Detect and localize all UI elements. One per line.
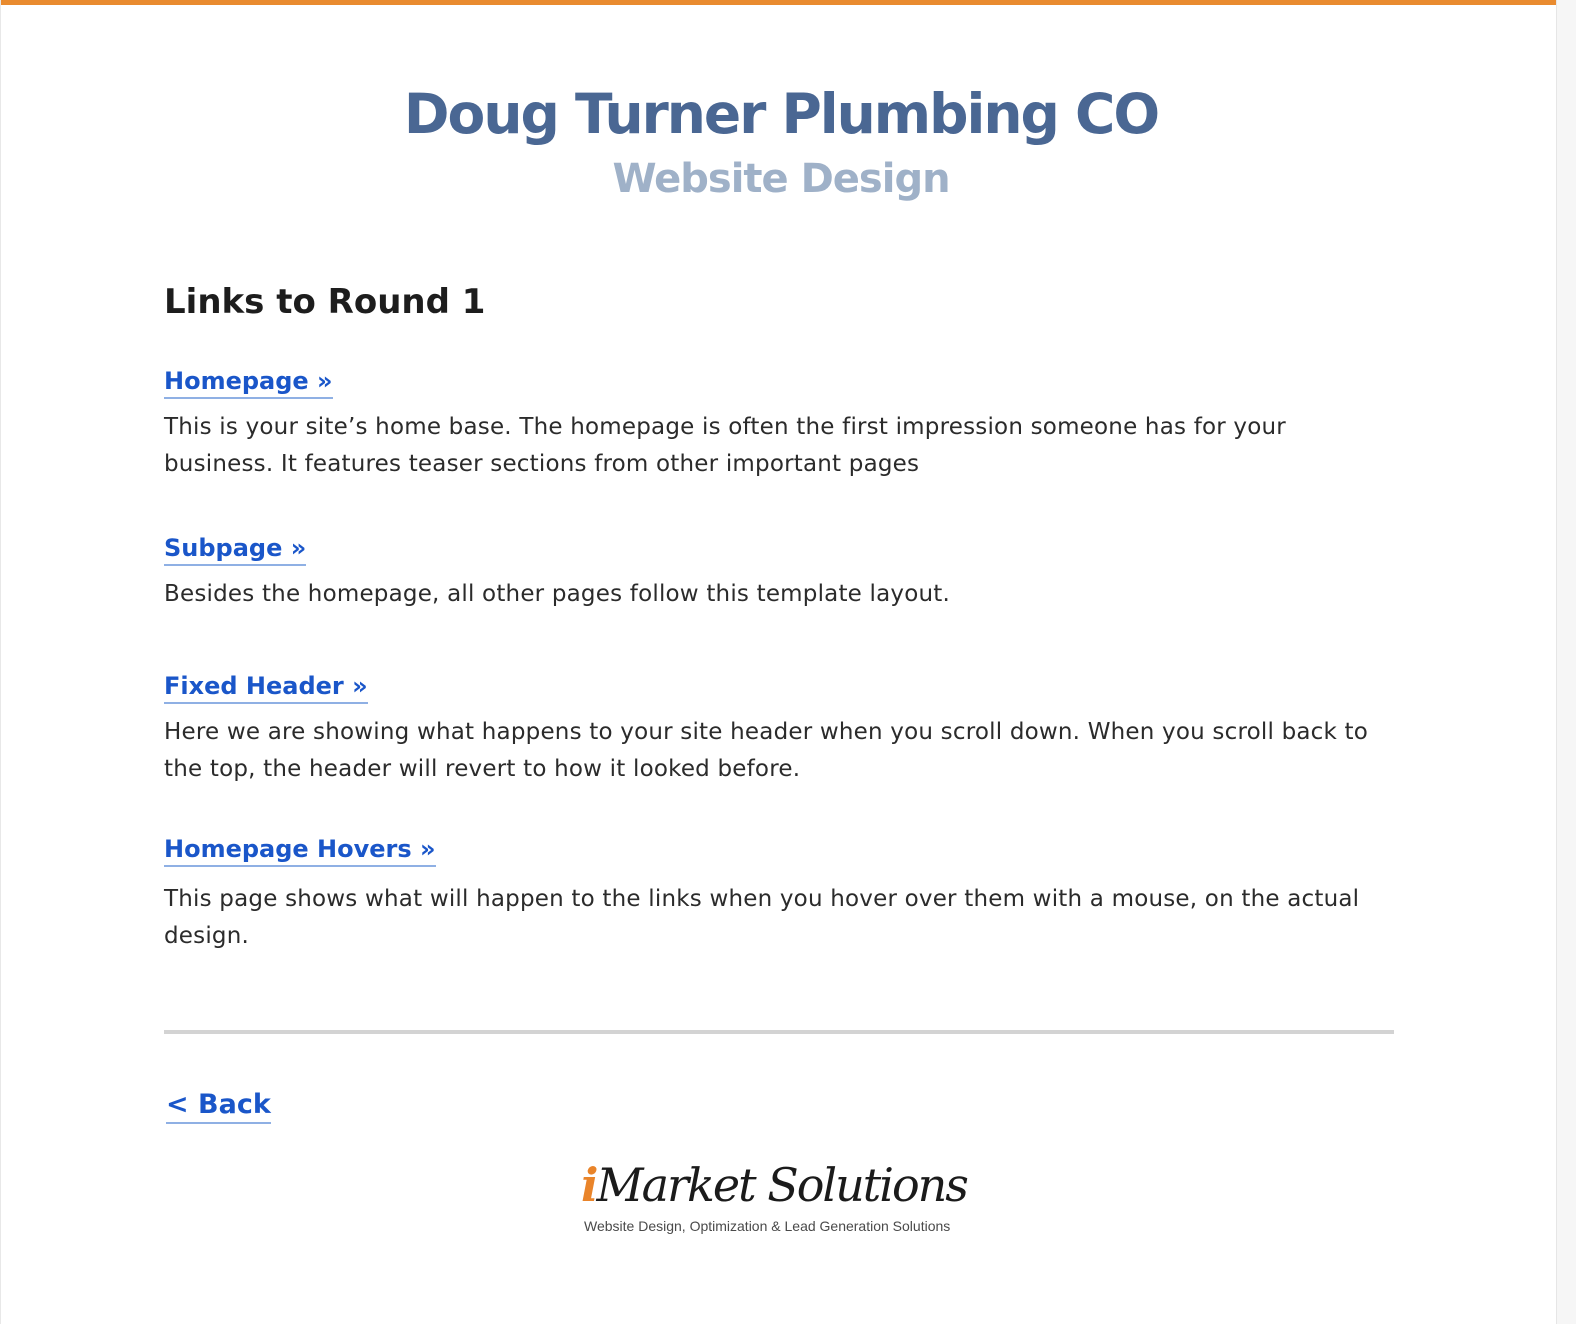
- list-item-subpage: Subpage » Besides the homepage, all othe…: [164, 532, 1394, 613]
- logo-brand-i: i: [581, 1158, 599, 1212]
- back-link[interactable]: < Back: [166, 1088, 271, 1124]
- page-subtitle: Website Design: [612, 156, 950, 202]
- section-heading: Links to Round 1: [164, 282, 486, 322]
- fixed-header-link[interactable]: Fixed Header »: [164, 670, 368, 704]
- page: Doug Turner Plumbing CO Website Design L…: [0, 0, 1560, 1324]
- imarket-solutions-logo: iMarket Solutions Website Design, Optimi…: [581, 1145, 971, 1240]
- logo-tagline: Website Design, Optimization & Lead Gene…: [584, 1218, 951, 1234]
- subpage-description: Besides the homepage, all other pages fo…: [164, 581, 951, 607]
- homepage-hovers-description: This page shows what will happen to the …: [164, 886, 1360, 949]
- logo-wordmark: iMarket Solutions: [581, 1155, 969, 1215]
- homepage-link[interactable]: Homepage »: [164, 365, 333, 399]
- main-content: Links to Round 1 Homepage » This is your…: [164, 280, 1394, 949]
- right-gutter: [1556, 0, 1576, 1324]
- page-header: Doug Turner Plumbing CO Website Design: [1, 80, 1561, 204]
- homepage-hovers-link[interactable]: Homepage Hovers »: [164, 833, 436, 867]
- divider: [164, 1030, 1394, 1034]
- fixed-header-description: Here we are showing what happens to your…: [164, 719, 1369, 782]
- accent-top-bar: [1, 0, 1557, 5]
- logo-brand-name: Market Solutions: [596, 1158, 968, 1212]
- subpage-link[interactable]: Subpage »: [164, 532, 307, 566]
- list-item-fixed-header: Fixed Header » Here we are showing what …: [164, 670, 1394, 788]
- homepage-description: This is your site’s home base. The homep…: [164, 414, 1286, 477]
- page-title: Doug Turner Plumbing CO: [403, 82, 1160, 146]
- list-item-homepage: Homepage » This is your site’s home base…: [164, 365, 1394, 483]
- list-item-homepage-hovers: Homepage Hovers » This page shows what w…: [164, 833, 1394, 955]
